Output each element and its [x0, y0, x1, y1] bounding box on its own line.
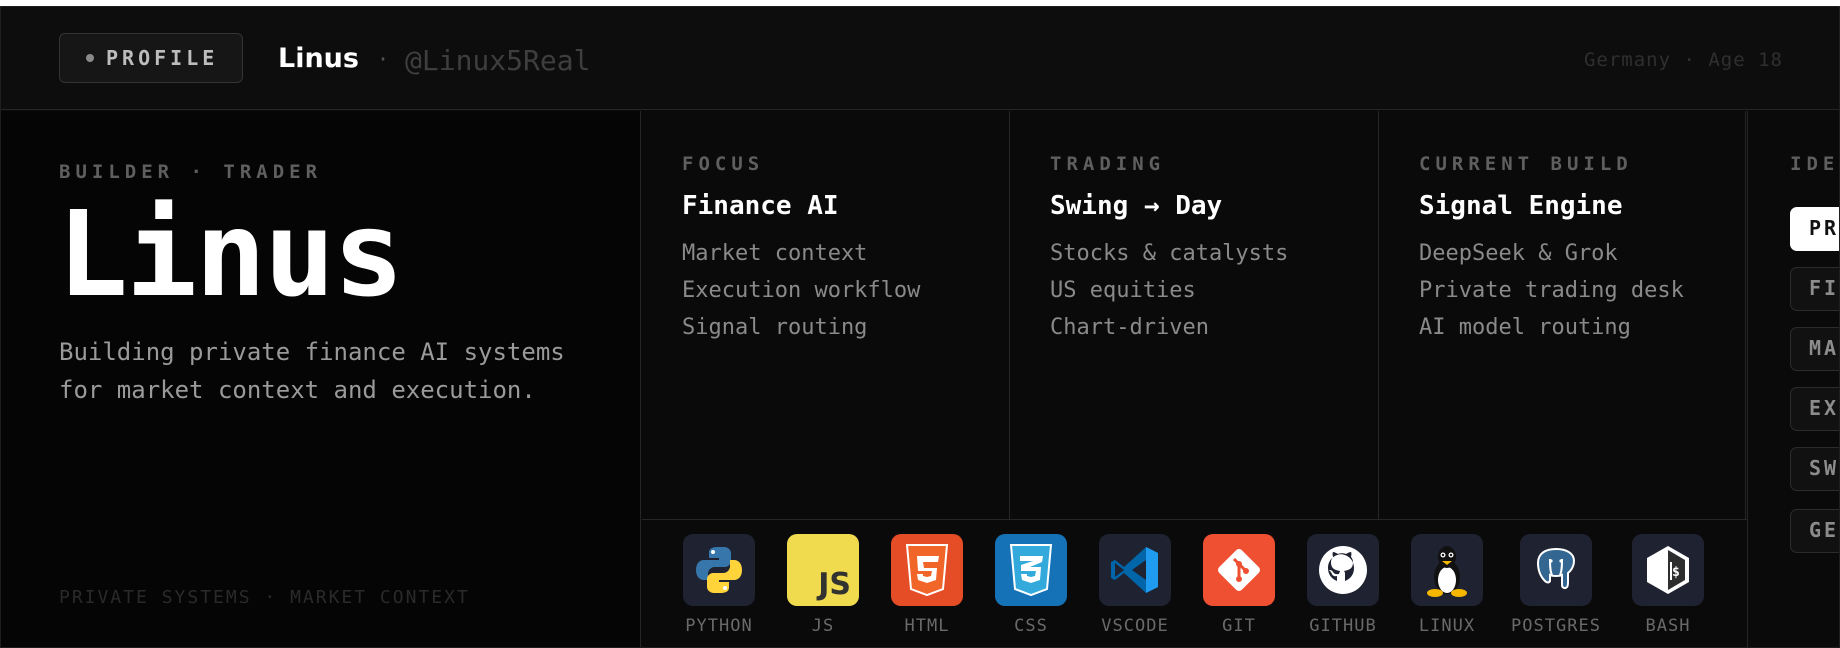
header-location-age: Germany · Age 18 [1583, 49, 1783, 71]
idea-pill[interactable]: MA [1790, 327, 1839, 371]
github-icon [1307, 534, 1379, 606]
header-separator: · [377, 47, 390, 71]
header-bar: PROFILE Linus · @Linux5Real Germany · Ag… [1, 7, 1839, 110]
tech-item-git[interactable]: GIT [1194, 534, 1284, 636]
tech-label: BASH [1645, 616, 1691, 636]
tech-item-linux[interactable]: LINUX [1402, 534, 1492, 636]
column-items: Market context Execution workflow Signal… [682, 235, 920, 346]
tech-item-html[interactable]: HTML [882, 534, 972, 636]
column-current-build: CURRENT BUILD Signal Engine DeepSeek & G… [1379, 111, 1746, 519]
column-title: Signal Engine [1419, 191, 1623, 221]
column-items: DeepSeek & Grok Private trading desk AI … [1419, 235, 1684, 346]
list-item: Execution workflow [682, 278, 921, 303]
tech-item-vscode[interactable]: VSCODE [1090, 534, 1180, 636]
tech-label: GITHUB [1309, 616, 1377, 636]
list-item: Signal routing [682, 315, 868, 340]
list-item: Chart-driven [1050, 315, 1209, 340]
tech-label: LINUX [1418, 616, 1476, 636]
profile-button-label: PROFILE [106, 46, 219, 70]
column-kicker: CURRENT BUILD [1419, 153, 1633, 175]
tech-label: HTML [904, 616, 950, 636]
hero-footer: PRIVATE SYSTEMS · MARKET CONTEXT [59, 587, 470, 608]
header-handle[interactable]: @Linux5Real [405, 44, 590, 77]
git-icon [1203, 534, 1275, 606]
list-item: Stocks & catalysts [1050, 241, 1289, 266]
column-title: Finance AI [682, 191, 839, 221]
svg-text:$: $ [1672, 565, 1680, 580]
tech-stack-strip: PYTHON JS JS HTML CSS VSCODE GIT GITHUB … [642, 519, 1747, 647]
ideas-kicker: IDEAS [1790, 153, 1840, 175]
hero-panel: BUILDER · TRADER Linus Building private … [1, 111, 641, 647]
python-icon [683, 534, 755, 606]
css3-icon [995, 534, 1067, 606]
column-kicker: FOCUS [682, 153, 765, 175]
list-item: Private trading desk [1419, 278, 1684, 303]
idea-pill[interactable]: EX [1790, 387, 1839, 431]
ideas-column: IDEAS PR FI MA EX SW GE [1747, 111, 1840, 647]
column-trading: TRADING Swing → Day Stocks & catalysts U… [1010, 111, 1379, 519]
profile-button[interactable]: PROFILE [59, 33, 243, 83]
tech-item-js[interactable]: JS JS [778, 534, 868, 636]
tech-label: JS [811, 616, 835, 636]
js-icon: JS [787, 534, 859, 606]
tech-label: POSTGRES [1511, 616, 1601, 636]
profile-card: PROFILE Linus · @Linux5Real Germany · Ag… [0, 6, 1840, 648]
list-item: AI model routing [1419, 315, 1631, 340]
tech-label: CSS [1014, 616, 1048, 636]
html5-icon [891, 534, 963, 606]
list-item: DeepSeek & Grok [1419, 241, 1618, 266]
hero-title: Linus [57, 185, 404, 323]
tech-item-postgres[interactable]: POSTGRES [1511, 534, 1601, 636]
list-item: US equities [1050, 278, 1196, 303]
column-items: Stocks & catalysts US equities Chart-dri… [1050, 235, 1288, 346]
postgres-icon [1520, 534, 1592, 606]
column-focus: FOCUS Finance AI Market context Executio… [642, 111, 1010, 519]
idea-pill[interactable]: FI [1790, 267, 1839, 311]
tech-item-css[interactable]: CSS [986, 534, 1076, 636]
vscode-icon [1099, 534, 1171, 606]
tech-item-github[interactable]: GITHUB [1298, 534, 1388, 636]
hero-description: Building private finance AI systems for … [59, 338, 565, 404]
list-item: Market context [682, 241, 868, 266]
tech-label: VSCODE [1101, 616, 1169, 636]
hero-kicker: BUILDER · TRADER [59, 161, 323, 183]
bash-icon: $ [1632, 534, 1704, 606]
status-dot [86, 54, 94, 62]
idea-pill-active[interactable]: PR [1790, 207, 1839, 251]
tech-label: PYTHON [685, 616, 753, 636]
tech-item-python[interactable]: PYTHON [674, 534, 764, 636]
tech-item-bash[interactable]: $ BASH [1623, 534, 1713, 636]
linux-icon [1411, 534, 1483, 606]
idea-pill[interactable]: SW [1790, 447, 1839, 491]
column-kicker: TRADING [1050, 153, 1166, 175]
column-title: Swing → Day [1050, 191, 1223, 221]
header-name: Linus [278, 43, 359, 74]
idea-pill[interactable]: GE [1790, 509, 1839, 553]
tech-label: GIT [1222, 616, 1256, 636]
info-columns: FOCUS Finance AI Market context Executio… [642, 111, 1746, 519]
